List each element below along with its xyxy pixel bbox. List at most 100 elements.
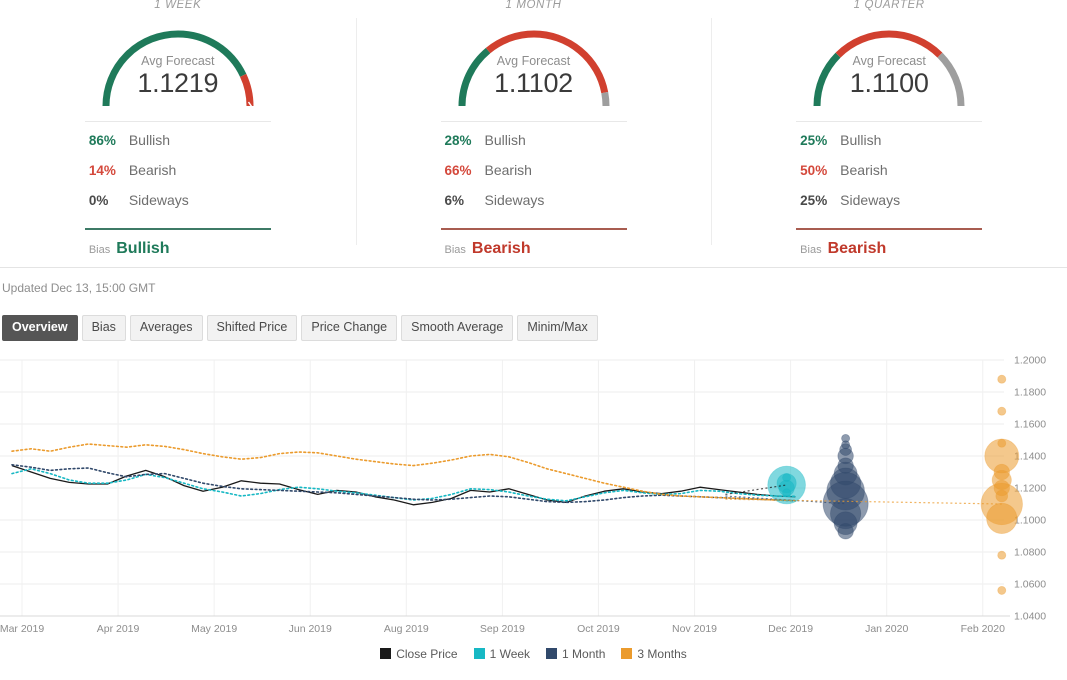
stat-row-bullish: 86% Bullish xyxy=(85,132,271,162)
stat-label: Bullish xyxy=(840,132,882,148)
tab-minim-max[interactable]: Minim/Max xyxy=(517,315,598,341)
forecast-bubble[interactable] xyxy=(986,502,1018,534)
forecast-bubble[interactable] xyxy=(997,374,1007,384)
gauge-label: Avg Forecast xyxy=(496,54,571,68)
bias-label: Bias xyxy=(800,244,822,256)
chart-legend: Close Price 1 Week 1 Month 3 Months xyxy=(0,646,1067,662)
gauge-value: 1.1219 xyxy=(137,68,219,98)
forecast-bubble[interactable] xyxy=(997,585,1007,595)
stat-label: Sideways xyxy=(128,192,189,208)
chart-tabs: Overview Bias Averages Shifted Price Pri… xyxy=(0,295,1067,341)
x-axis-tick-label: Sep 2019 xyxy=(480,623,525,635)
stat-percent: 50% xyxy=(800,163,828,178)
forecast-bubble[interactable] xyxy=(997,406,1007,416)
forecast-panel-1-quarter: 1 QUARTER Avg Forecast 1.1100 25% Bullis… xyxy=(711,0,1067,267)
stat-row-bullish: 25% Bullish xyxy=(796,132,982,162)
legend-swatch-one-month xyxy=(546,648,558,659)
bias-row: Bias Bearish xyxy=(441,240,627,258)
gauge-label: Avg Forecast xyxy=(141,54,215,68)
forecast-panel-1-week: 1 WEEK Avg Forecast 1.1219 86% Bullish 1… xyxy=(0,0,356,267)
chart-series-3-months xyxy=(11,442,797,502)
panel-title: 1 MONTH xyxy=(505,0,562,11)
chart-canvas[interactable]: 1.20001.18001.16001.14001.12001.10001.08… xyxy=(0,352,1067,644)
forecast-bubble[interactable] xyxy=(837,522,854,539)
forecast-cluster-1-week[interactable] xyxy=(767,465,806,504)
legend-item-one-week: 1 Week xyxy=(473,646,531,661)
stat-row-sideways: 25% Sideways xyxy=(796,192,982,222)
gauge-value: 1.1102 xyxy=(494,68,573,98)
stat-label: Bearish xyxy=(484,162,532,178)
forecast-cluster-1-month[interactable] xyxy=(822,433,869,539)
legend-item-close-price: Close Price xyxy=(380,646,458,661)
legend-label: Close Price xyxy=(396,646,458,661)
legend-swatch-one-week xyxy=(473,648,485,659)
x-axis-tick-label: Jan 2020 xyxy=(865,623,908,635)
forecast-chart[interactable]: 1.2000 1.1800 1.1600 1.1400 1.1200 1.1000 1.08… xyxy=(0,352,1067,662)
chart-series-close-price xyxy=(11,464,796,505)
forecast-panel-1-month: 1 MONTH Avg Forecast 1.1102 28% Bullish … xyxy=(355,0,712,267)
stat-label: Bullish xyxy=(484,132,526,148)
y-axis-tick-label: 1.0800 xyxy=(1014,546,1046,558)
stat-label: Bearish xyxy=(128,162,177,178)
x-axis-tick-label: Nov 2019 xyxy=(672,623,717,635)
gauge-1-quarter: Avg Forecast 1.1100 xyxy=(803,18,975,110)
panel-title: 1 QUARTER xyxy=(853,0,925,11)
gauge-label: Avg Forecast xyxy=(852,54,926,68)
updated-timestamp: Updated Dec 13, 15:00 GMT xyxy=(2,281,156,295)
x-axis-tick-label: May 2019 xyxy=(191,623,237,635)
stat-label: Sideways xyxy=(840,192,901,208)
stats-list: 28% Bullish 66% Bearish 6% Sideways xyxy=(440,121,627,222)
legend-label: 1 Week xyxy=(489,646,531,661)
stats-list: 25% Bullish 50% Bearish 25% Sideways xyxy=(796,121,983,222)
stat-percent: 14% xyxy=(88,163,116,178)
bias-divider xyxy=(84,228,271,230)
gauge-value: 1.1100 xyxy=(849,68,929,98)
stat-label: Sideways xyxy=(484,192,545,208)
x-axis-tick-label: Dec 2019 xyxy=(768,623,813,635)
legend-label: 1 Month xyxy=(562,646,606,661)
bias-divider xyxy=(440,228,627,230)
legend-swatch-close-price xyxy=(380,648,392,659)
tab-overview[interactable]: Overview xyxy=(2,315,78,341)
legend-swatch-three-months xyxy=(621,648,633,659)
forecast-panels: 1 WEEK Avg Forecast 1.1219 86% Bullish 1… xyxy=(0,0,1067,268)
stat-percent: 25% xyxy=(800,133,828,148)
y-axis-tick-label: 1.1800 xyxy=(1014,386,1046,398)
y-axis-tick-label: 1.0400 xyxy=(1014,610,1046,622)
stat-percent: 6% xyxy=(444,193,465,208)
x-axis-tick-label: Aug 2019 xyxy=(384,623,429,635)
tab-averages[interactable]: Averages xyxy=(129,315,203,341)
stat-label: Bullish xyxy=(128,132,171,148)
stat-percent: 25% xyxy=(800,193,828,208)
x-axis-tick-label: Oct 2019 xyxy=(577,623,620,635)
forecast-bubble[interactable] xyxy=(997,550,1007,560)
tab-price-change[interactable]: Price Change xyxy=(301,315,398,341)
gauge-1-month: Avg Forecast 1.1102 xyxy=(448,18,620,110)
stat-percent: 66% xyxy=(444,163,472,178)
stat-label: Bearish xyxy=(840,162,888,178)
bias-row: Bias Bearish xyxy=(796,240,982,258)
legend-item-one-month: 1 Month xyxy=(546,647,605,661)
forecast-bubble[interactable] xyxy=(782,487,792,497)
stat-percent: 28% xyxy=(444,133,472,148)
gauge-1-week: Avg Forecast 1.1219 xyxy=(92,18,264,110)
bias-value: Bullish xyxy=(116,240,170,257)
x-axis-tick-label: Feb 2020 xyxy=(961,623,1006,635)
stat-row-sideways: 6% Sideways xyxy=(441,192,627,222)
stat-row-bearish: 14% Bearish xyxy=(85,162,271,192)
panel-title: 1 WEEK xyxy=(154,0,202,11)
bias-label: Bias xyxy=(444,244,466,256)
y-axis-tick-label: 1.0600 xyxy=(1014,578,1046,590)
tab-smooth-average[interactable]: Smooth Average xyxy=(401,315,514,341)
bias-row: Bias Bullish xyxy=(85,240,271,258)
stat-row-bullish: 28% Bullish xyxy=(441,132,627,162)
tab-bias[interactable]: Bias xyxy=(81,315,126,341)
y-axis-tick-label: 1.2000 xyxy=(1014,354,1046,366)
stat-row-bearish: 50% Bearish xyxy=(796,162,982,192)
forecast-dashboard: 1 WEEK Avg Forecast 1.1219 86% Bullish 1… xyxy=(0,0,1067,680)
tab-shifted-price[interactable]: Shifted Price xyxy=(206,315,298,341)
legend-label: 3 Months xyxy=(637,646,687,661)
stats-list: 86% Bullish 14% Bearish 0% Sideways xyxy=(84,121,271,222)
y-axis-tick-label: 1.1600 xyxy=(1014,418,1046,430)
bias-value: Bearish xyxy=(471,240,531,257)
